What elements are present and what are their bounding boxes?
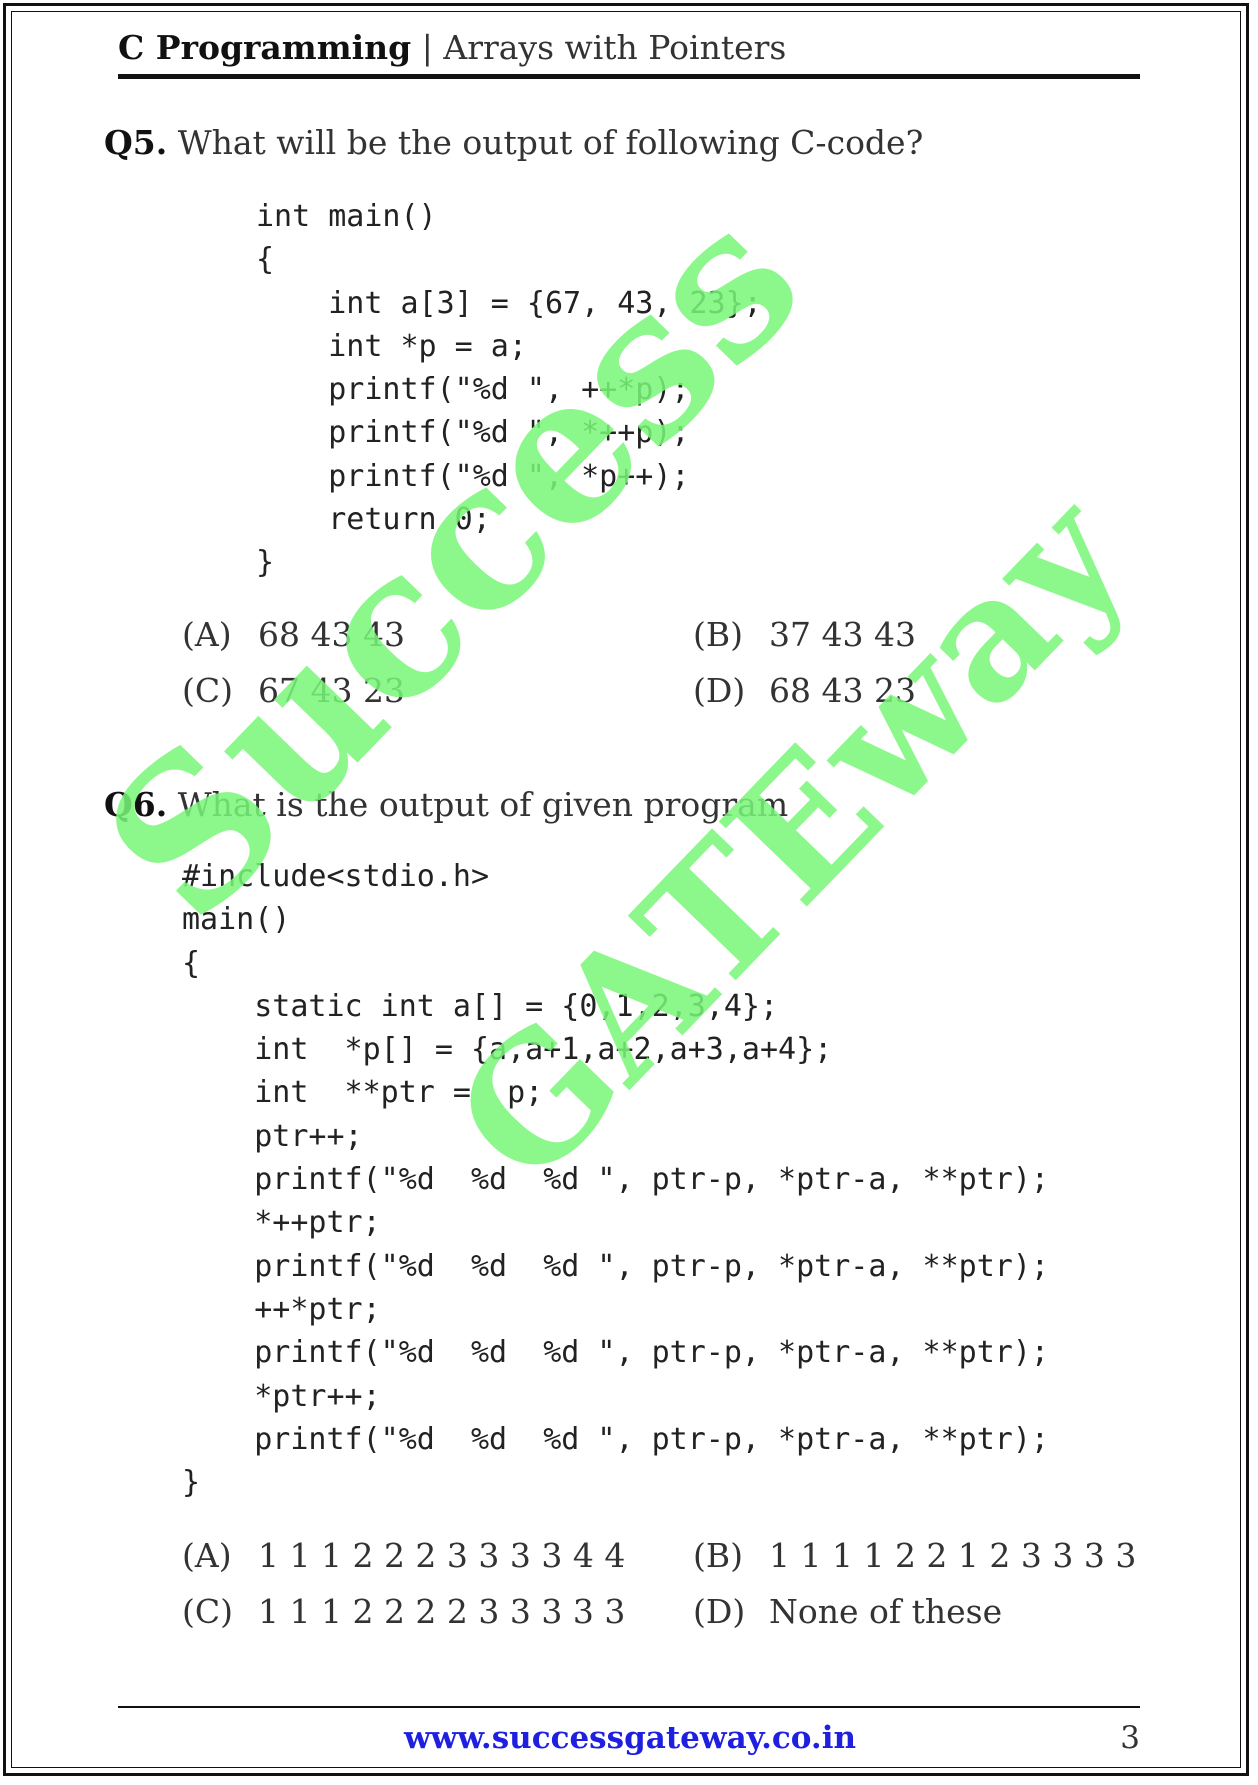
question-5-option-d: (D) 68 43 23 — [693, 671, 916, 710]
question-6-heading: Q6. What is the output of given program — [104, 785, 788, 824]
option-label: (B) — [693, 1536, 743, 1575]
option-label: (C) — [182, 671, 233, 710]
option-label: (D) — [693, 1592, 746, 1631]
header-subject: C Programming — [118, 28, 412, 67]
page-content: C Programming | Arrays with Pointers Q5.… — [0, 0, 1258, 1785]
option-text: 1 1 1 1 2 2 1 2 3 3 3 3 — [769, 1536, 1137, 1575]
option-text: 68 43 23 — [769, 671, 916, 710]
question-5-option-b: (B) 37 43 43 — [693, 615, 916, 654]
option-label: (A) — [182, 615, 232, 654]
question-text: What will be the output of following C-c… — [177, 123, 924, 162]
question-6-option-b: (B) 1 1 1 1 2 2 1 2 3 3 3 3 — [693, 1536, 1136, 1575]
question-5-option-c: (C) 67 43 23 — [182, 671, 405, 710]
question-text: What is the output of given program — [177, 785, 789, 824]
question-6-code: #include<stdio.h> main() { static int a[… — [182, 859, 1049, 1501]
question-5-option-a: (A) 68 43 43 — [182, 615, 405, 654]
question-5-code: int main() { int a[3] = {67, 43, 23}; in… — [256, 199, 762, 581]
page-header: C Programming | Arrays with Pointers — [118, 28, 786, 67]
option-text: 68 43 43 — [258, 615, 405, 654]
option-label: (C) — [182, 1592, 233, 1631]
page-number: 3 — [1120, 1720, 1140, 1756]
option-label: (B) — [693, 615, 743, 654]
question-number: Q6. — [104, 785, 168, 824]
option-text: 67 43 23 — [258, 671, 405, 710]
question-6-option-a: (A) 1 1 1 2 2 2 3 3 3 3 4 4 — [182, 1536, 625, 1575]
option-text: 37 43 43 — [769, 615, 916, 654]
option-text: 1 1 1 2 2 2 2 3 3 3 3 3 — [258, 1592, 626, 1631]
header-rule — [118, 74, 1140, 79]
question-number: Q5. — [104, 123, 168, 162]
question-5-heading: Q5. What will be the output of following… — [104, 123, 923, 162]
header-separator: | — [421, 28, 433, 67]
option-text: None of these — [769, 1592, 1003, 1631]
footer-rule — [118, 1706, 1140, 1708]
question-6-option-d: (D) None of these — [693, 1592, 1002, 1631]
question-6-option-c: (C) 1 1 1 2 2 2 2 3 3 3 3 3 — [182, 1592, 625, 1631]
option-text: 1 1 1 2 2 2 3 3 3 3 4 4 — [258, 1536, 626, 1575]
footer-website-link[interactable]: www.successgateway.co.in — [400, 1720, 860, 1756]
header-topic: Arrays with Pointers — [443, 28, 787, 67]
option-label: (D) — [693, 671, 746, 710]
option-label: (A) — [182, 1536, 232, 1575]
